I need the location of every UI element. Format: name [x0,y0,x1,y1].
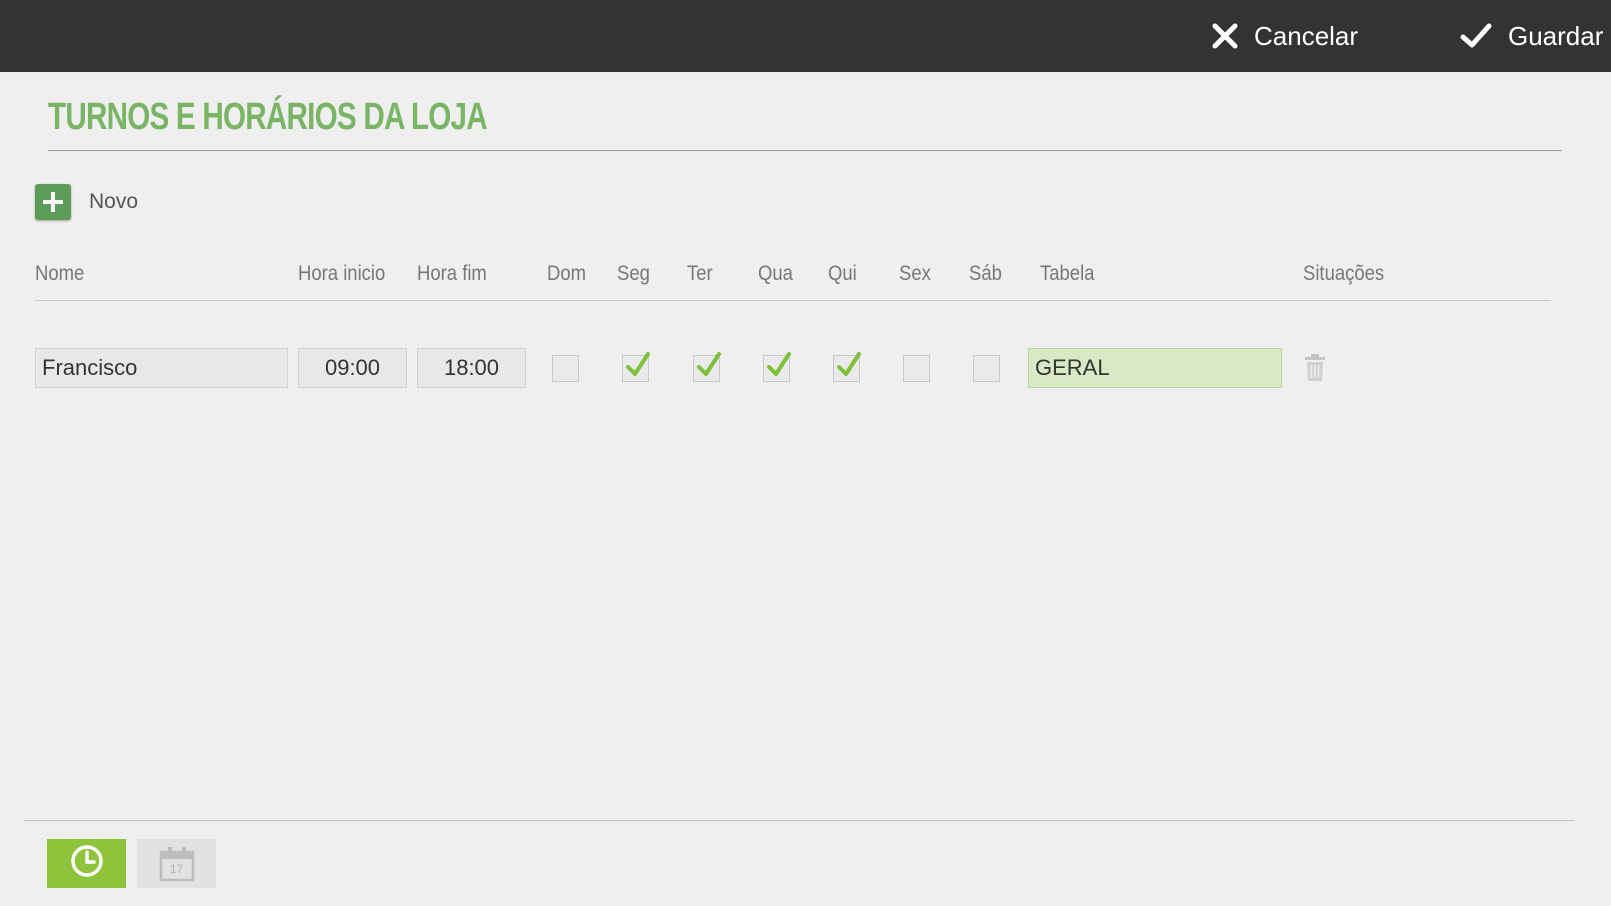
day-checkbox-sab[interactable] [973,355,1000,382]
check-icon [767,352,791,376]
column-header-qui: Qui [828,262,857,285]
name-field[interactable] [35,348,288,388]
start-time-field[interactable] [298,348,407,388]
new-shift-label: Novo [89,190,139,213]
day-checkbox-seg[interactable] [622,352,650,382]
day-checkbox-qua[interactable] [763,352,791,382]
calendar-tab[interactable]: 17 [137,839,216,888]
check-icon [626,352,650,376]
day-checkbox-qui[interactable] [833,352,861,382]
shifts-tab[interactable] [47,839,126,888]
column-header-hora-inicio: Hora inicio [298,262,386,285]
column-header-sab: Sáb [969,262,1002,285]
column-header-situacoes: Situações [1303,262,1385,285]
top-toolbar: Cancelar Guardar [0,0,1611,72]
cancel-button[interactable]: Cancelar [1212,0,1358,72]
cancel-label: Cancelar [1254,20,1359,51]
checkmark-icon [1460,23,1492,49]
save-label: Guardar [1508,20,1604,51]
trash-icon[interactable] [1304,354,1326,387]
clock-icon [70,844,104,883]
column-header-nome: Nome [35,262,85,285]
column-header-ter: Ter [687,262,713,285]
day-checkbox-ter[interactable] [693,352,721,382]
header-divider [35,300,1551,301]
page-title: TURNOS E HORÁRIOS DA LOJA [48,96,488,138]
new-shift-button[interactable]: Novo [35,184,138,220]
calendar-day-label: 17 [169,861,184,876]
calendar-icon: 17 [159,846,195,882]
title-divider [48,150,1562,151]
column-header-seg: Seg [617,262,650,285]
tabela-field[interactable] [1028,348,1282,388]
check-icon [697,352,721,376]
check-icon [837,352,861,376]
column-header-tabela: Tabela [1040,262,1095,285]
column-header-qua: Qua [758,262,793,285]
day-checkbox-sex[interactable] [903,355,930,382]
column-header-hora-fim: Hora fim [417,262,487,285]
save-button[interactable]: Guardar [1460,0,1603,72]
day-checkbox-dom[interactable] [552,355,579,382]
close-icon [1212,23,1238,49]
footer-divider [24,820,1574,821]
column-header-dom: Dom [547,262,587,285]
end-time-field[interactable] [417,348,526,388]
column-header-sex: Sex [899,262,931,285]
plus-icon [35,184,71,220]
